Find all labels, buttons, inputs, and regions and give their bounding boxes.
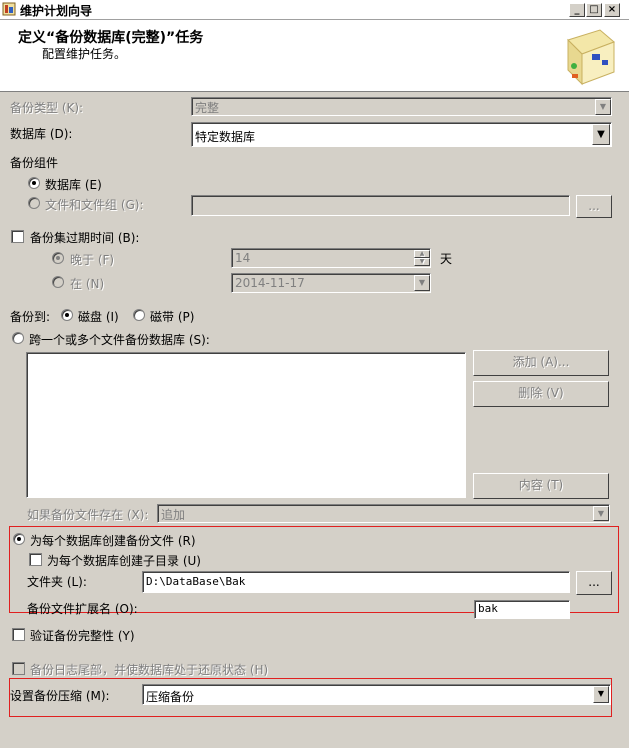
folder-label: 文件夹 (L): xyxy=(27,575,87,589)
title-bar: 维护计划向导 _ □ × xyxy=(0,0,629,20)
expiry-days-spinner[interactable]: ▲ ▼ xyxy=(414,250,430,266)
if-exists-dropdown-icon[interactable]: ▼ xyxy=(593,506,609,521)
minimize-button[interactable]: _ xyxy=(569,3,585,17)
span-files-radio[interactable] xyxy=(12,332,24,344)
folder-input[interactable]: D:\DataBase\Bak xyxy=(142,571,570,593)
expiry-date-value: 2014-11-17 xyxy=(235,276,305,290)
compression-select[interactable]: 压缩备份 xyxy=(142,684,611,705)
expiry-on-radio[interactable] xyxy=(52,276,64,288)
expiry-checkbox[interactable] xyxy=(11,230,24,243)
database-select[interactable]: 特定数据库 xyxy=(191,122,612,147)
database-component-radio[interactable] xyxy=(28,177,40,189)
wizard-graphic-icon xyxy=(560,26,616,86)
files-component-label: 文件和文件组 (G): xyxy=(45,198,144,212)
expiry-date-picker[interactable]: 2014-11-17 xyxy=(231,273,431,293)
per-db-file-label: 为每个数据库创建备份文件 (R) xyxy=(30,534,196,548)
tape-label: 磁带 (P) xyxy=(150,310,195,324)
verify-checkbox[interactable] xyxy=(12,628,25,641)
compression-label: 设置备份压缩 (M): xyxy=(10,689,110,703)
subdir-checkbox[interactable] xyxy=(29,553,42,566)
compression-dropdown-icon[interactable]: ▼ xyxy=(593,686,609,703)
database-value: 特定数据库 xyxy=(195,130,256,144)
close-button[interactable]: × xyxy=(604,3,620,17)
backup-type-label: 备份类型 (K): xyxy=(10,101,84,115)
backup-type-dropdown-icon: ▼ xyxy=(595,99,611,115)
remove-button[interactable]: 删除 (V) xyxy=(473,381,609,407)
files-browse-button[interactable]: ... xyxy=(576,195,612,218)
expiry-days-input[interactable]: 14 xyxy=(231,248,431,268)
span-files-label: 跨一个或多个文件备份数据库 (S): xyxy=(29,333,210,347)
files-component-radio[interactable] xyxy=(28,197,40,209)
expiry-after-radio[interactable] xyxy=(52,252,64,264)
page-subtitle: 配置维护任务。 xyxy=(42,47,127,61)
extension-label: 备份文件扩展名 (O): xyxy=(27,602,138,616)
compression-value: 压缩备份 xyxy=(146,690,195,704)
expiry-on-label: 在 (N) xyxy=(70,277,105,291)
if-exists-value: 追加 xyxy=(161,508,186,522)
if-exists-label: 如果备份文件存在 (X): xyxy=(27,508,149,522)
disk-radio[interactable] xyxy=(61,309,73,321)
extension-input[interactable]: bak xyxy=(474,600,570,619)
if-exists-select[interactable]: 追加 xyxy=(157,504,610,523)
extension-value: bak xyxy=(478,602,498,615)
backup-component-label: 备份组件 xyxy=(10,156,59,170)
tail-log-checkbox[interactable] xyxy=(12,662,25,675)
add-button[interactable]: 添加 (A)... xyxy=(473,350,609,376)
backup-type-value: 完整 xyxy=(195,101,220,115)
contents-button[interactable]: 内容 (T) xyxy=(473,473,609,499)
window-title: 维护计划向导 xyxy=(20,4,93,18)
folder-value: D:\DataBase\Bak xyxy=(146,575,246,588)
expiry-after-label: 晚于 (F) xyxy=(70,253,115,267)
expiry-days-value: 14 xyxy=(235,251,251,265)
database-dropdown-icon[interactable]: ▼ xyxy=(592,124,610,145)
tape-radio[interactable] xyxy=(133,309,145,321)
per-db-file-radio[interactable] xyxy=(13,533,25,545)
maximize-button[interactable]: □ xyxy=(586,3,602,17)
backup-type-select[interactable]: 完整 xyxy=(191,97,612,116)
backup-to-label: 备份到: xyxy=(10,310,51,324)
subdir-label: 为每个数据库创建子目录 (U) xyxy=(47,554,201,568)
date-dropdown-icon[interactable]: ▼ xyxy=(414,275,430,291)
expiry-unit-label: 天 xyxy=(440,252,453,266)
wizard-header: 定义“备份数据库(完整)”任务 配置维护任务。 xyxy=(0,20,629,92)
tail-log-label: 备份日志尾部，并使数据库处于还原状态 (H) xyxy=(30,663,269,677)
page-title: 定义“备份数据库(完整)”任务 xyxy=(18,30,204,46)
verify-label: 验证备份完整性 (Y) xyxy=(30,629,135,643)
expiry-label: 备份集过期时间 (B): xyxy=(30,231,140,245)
spin-down-icon[interactable]: ▼ xyxy=(414,258,430,266)
disk-label: 磁盘 (I) xyxy=(78,310,119,324)
wizard-app-icon xyxy=(2,2,16,16)
files-input[interactable] xyxy=(191,195,570,216)
spin-up-icon[interactable]: ▲ xyxy=(414,250,430,258)
database-component-label: 数据库 (E) xyxy=(45,178,102,192)
backup-files-list[interactable] xyxy=(26,352,466,498)
database-label: 数据库 (D): xyxy=(10,127,73,141)
folder-browse-button[interactable]: ... xyxy=(576,571,612,595)
